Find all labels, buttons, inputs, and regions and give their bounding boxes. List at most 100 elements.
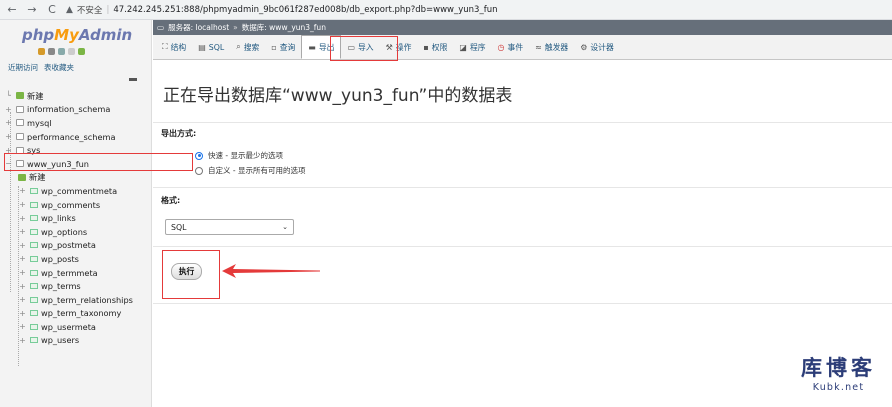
sql-icon: ▤ bbox=[198, 42, 206, 52]
reload-icon[interactable]: C bbox=[46, 3, 58, 16]
tree-item-new[interactable]: └ 新建 bbox=[4, 89, 150, 103]
logout-icon[interactable] bbox=[48, 48, 55, 55]
breadcrumb-server[interactable]: 服务器: localhost bbox=[168, 22, 229, 33]
docs-icon[interactable] bbox=[58, 48, 65, 55]
tab-sql[interactable]: ▤ SQL bbox=[192, 35, 230, 59]
database-icon bbox=[16, 160, 24, 168]
watermark-subtitle: Kubk.net bbox=[812, 382, 865, 393]
table-icon bbox=[30, 201, 38, 208]
database-icon bbox=[16, 133, 24, 141]
divider bbox=[153, 303, 892, 304]
radio-quick[interactable] bbox=[195, 151, 203, 160]
watermark-title: 库博客 bbox=[801, 356, 876, 380]
tab-privileges[interactable]: ▪ 权限 bbox=[417, 35, 453, 59]
designer-icon: ⚙ bbox=[580, 42, 588, 52]
favorites-link[interactable]: 表收藏夹 bbox=[44, 62, 74, 73]
tree-item-table[interactable]: + wp_postmeta bbox=[4, 239, 150, 253]
format-select[interactable]: SQL ⌄ bbox=[165, 219, 294, 235]
forward-icon[interactable]: → bbox=[26, 3, 38, 16]
format-label: 格式: bbox=[161, 196, 181, 205]
new-icon bbox=[18, 173, 26, 181]
export-method-label: 导出方式: bbox=[161, 129, 197, 138]
expand-icon[interactable]: + bbox=[4, 118, 13, 127]
table-icon bbox=[30, 228, 38, 235]
table-icon bbox=[30, 283, 38, 290]
import-icon: ▭ bbox=[347, 42, 356, 52]
tab-operations[interactable]: ⚒ 操作 bbox=[380, 35, 418, 59]
browser-toolbar: ← → C ▲ 不安全 | 47.242.245.251:888/phpmyad… bbox=[0, 0, 892, 20]
tree-item-table[interactable]: + wp_links bbox=[4, 211, 150, 225]
tab-import[interactable]: ▭ 导入 bbox=[341, 35, 379, 59]
annotation-arrow bbox=[222, 264, 320, 278]
tree-item-db[interactable]: + mysql bbox=[4, 116, 150, 130]
expand-icon[interactable]: + bbox=[4, 105, 13, 114]
option-custom[interactable]: 自定义 - 显示所有可用的选项 bbox=[195, 165, 305, 176]
radio-custom[interactable] bbox=[195, 166, 203, 175]
tree-item-db[interactable]: + information_schema bbox=[4, 103, 150, 117]
table-icon bbox=[30, 310, 38, 317]
go-button[interactable]: 执行 bbox=[171, 263, 202, 280]
collapse-icon[interactable] bbox=[129, 78, 137, 81]
table-icon bbox=[30, 242, 38, 249]
recent-favorites: 近期访问 表收藏夹 bbox=[8, 62, 74, 73]
reload-nav-icon[interactable] bbox=[78, 48, 85, 55]
structure-icon: ⛶ bbox=[162, 42, 168, 51]
navigation-sidebar: phpMyAdmin 近期访问 表收藏夹 └ 新建 + information_sc… bbox=[0, 20, 152, 407]
tab-export[interactable]: ▬ 导出 bbox=[301, 35, 342, 59]
home-icon[interactable] bbox=[38, 48, 45, 55]
divider bbox=[153, 246, 892, 247]
page-title: 正在导出数据库“www_yun3_fun”中的数据表 bbox=[163, 86, 513, 106]
divider bbox=[153, 122, 892, 123]
breadcrumb-database[interactable]: 数据库: www_yun3_fun bbox=[242, 22, 326, 33]
export-icon: ▬ bbox=[308, 42, 316, 52]
new-icon bbox=[16, 92, 24, 100]
tree-item-table[interactable]: + wp_usermeta bbox=[4, 320, 150, 334]
tree-item-table[interactable]: + wp_commentmeta bbox=[4, 184, 150, 198]
tree-item-table[interactable]: + wp_terms bbox=[4, 279, 150, 293]
privileges-icon: ▪ bbox=[423, 42, 429, 52]
security-label: 不安全 bbox=[76, 5, 103, 16]
table-icon bbox=[30, 269, 38, 276]
recent-link[interactable]: 近期访问 bbox=[8, 62, 38, 73]
tree-item-table[interactable]: + wp_options bbox=[4, 225, 150, 239]
tree-item-db[interactable]: + sys bbox=[4, 143, 150, 157]
table-icon bbox=[30, 296, 38, 303]
table-icon bbox=[30, 255, 38, 262]
option-quick[interactable]: 快速 - 显示最少的选项 bbox=[195, 150, 283, 161]
tree-item-table[interactable]: + wp_comments bbox=[4, 198, 150, 212]
watermark: 库博客 Kubk.net bbox=[801, 352, 876, 393]
tree-item-table[interactable]: + wp_users bbox=[4, 334, 150, 348]
tab-routines[interactable]: ◪ 程序 bbox=[453, 35, 491, 59]
tree-item-table[interactable]: + wp_term_taxonomy bbox=[4, 307, 150, 321]
query-icon: ▫ bbox=[271, 42, 277, 52]
tree-item-table[interactable]: + wp_termmeta bbox=[4, 266, 150, 280]
tree-item-table[interactable]: + wp_term_relationships bbox=[4, 293, 150, 307]
tree-item-db-selected[interactable]: − www_yun3_fun bbox=[4, 157, 150, 171]
address-bar[interactable]: ▲ 不安全 | 47.242.245.251:888/phpmyadmin_9b… bbox=[66, 4, 497, 16]
table-icon bbox=[30, 215, 38, 222]
search-icon: ⌕ bbox=[236, 42, 241, 51]
tree-item-new-table[interactable]: 新建 bbox=[4, 171, 150, 185]
url-text[interactable]: 47.242.245.251:888/phpmyadmin_9bc061f287… bbox=[113, 5, 497, 15]
breadcrumb: ▭ 服务器: localhost » 数据库: www_yun3_fun bbox=[153, 20, 892, 35]
phpmyadmin-logo[interactable]: phpMyAdmin bbox=[22, 26, 132, 44]
back-icon[interactable]: ← bbox=[6, 3, 18, 16]
database-icon bbox=[16, 105, 24, 113]
expand-icon[interactable]: + bbox=[4, 146, 13, 155]
tree-item-db[interactable]: + performance_schema bbox=[4, 130, 150, 144]
tab-structure[interactable]: ⛶ 结构 bbox=[156, 35, 192, 59]
collapse-tree-icon[interactable]: − bbox=[4, 159, 13, 168]
tab-designer[interactable]: ⚙ 设计器 bbox=[574, 35, 620, 59]
settings-icon[interactable] bbox=[68, 48, 75, 55]
wrench-icon: ⚒ bbox=[385, 42, 393, 52]
tab-events[interactable]: ◷ 事件 bbox=[492, 35, 530, 59]
expand-icon[interactable]: + bbox=[4, 132, 13, 141]
main-panel: ▭ 服务器: localhost » 数据库: www_yun3_fun ⛶ 结构… bbox=[153, 20, 892, 407]
database-icon bbox=[16, 146, 24, 154]
tree-item-table[interactable]: + wp_posts bbox=[4, 252, 150, 266]
tab-query[interactable]: ▫ 查询 bbox=[265, 35, 301, 59]
table-icon bbox=[30, 187, 38, 194]
server-icon: ▭ bbox=[157, 23, 165, 32]
tab-triggers[interactable]: ≈ 触发器 bbox=[529, 35, 574, 59]
tab-search[interactable]: ⌕ 搜索 bbox=[230, 35, 265, 59]
